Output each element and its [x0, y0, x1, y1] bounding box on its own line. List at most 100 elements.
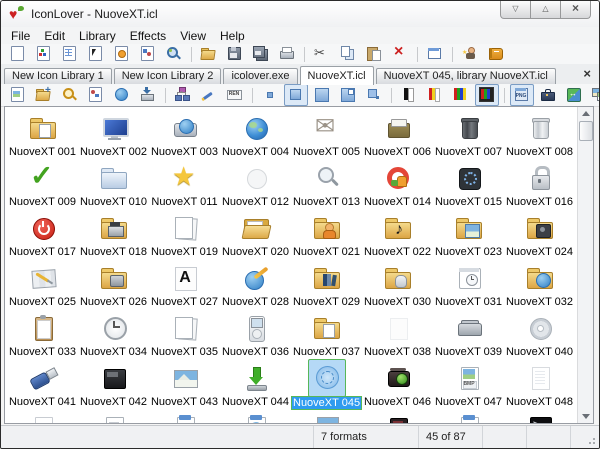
minimize-button[interactable]: ▽ [500, 1, 531, 19]
title-bar[interactable]: ♥ IconLover - NuoveXT.icl ▽△× [1, 1, 599, 28]
cut-button[interactable]: ✂ [310, 43, 334, 65]
new-animation-button[interactable] [110, 43, 134, 65]
grid-item[interactable]: NuoveXT 013 [291, 159, 362, 209]
grid-item[interactable]: NuoveXT 007 [433, 109, 504, 159]
save-all-button[interactable] [249, 43, 273, 65]
convert-button[interactable]: ↔ [562, 84, 586, 106]
grid-item[interactable]: NuoveXT 017 [7, 209, 78, 259]
paste-button[interactable] [362, 43, 386, 65]
menu-edit[interactable]: Edit [37, 28, 72, 44]
grid-item[interactable]: NuoveXT 045 [291, 359, 362, 409]
grid-item[interactable]: NuoveXT 019 [149, 209, 220, 259]
grid-item[interactable]: NuoveXT 028 [220, 259, 291, 309]
new-shapes-button[interactable] [136, 43, 160, 65]
grid-item[interactable]: NuoveXT 035 [149, 309, 220, 359]
tab-nuovext-045-library-nuovext-icl[interactable]: NuoveXT 045, library NuoveXT.icl [376, 68, 556, 84]
grid-item[interactable]: ♪ [433, 409, 504, 423]
print-button[interactable] [275, 43, 299, 65]
grid-item[interactable]: NuoveXT 029 [291, 259, 362, 309]
depth-mono-button[interactable] [397, 84, 421, 106]
grid-item[interactable]: NuoveXT 024 [504, 209, 575, 259]
grid-item[interactable]: NuoveXT 043 [149, 359, 220, 409]
size-custom-button[interactable] [336, 84, 360, 106]
depth-256-button[interactable] [449, 84, 473, 106]
grid-item[interactable]: NuoveXT 018 [78, 209, 149, 259]
grid-item[interactable]: NuoveXT 042 [78, 359, 149, 409]
grid-item[interactable]: NuoveXT 036 [220, 309, 291, 359]
grid-item[interactable]: NuoveXT 030 [362, 259, 433, 309]
tab-nuovext-icl[interactable]: NuoveXT.icl [300, 66, 374, 85]
tree-view-button[interactable] [171, 84, 195, 106]
grid-item[interactable] [149, 409, 220, 423]
close-button[interactable]: × [560, 1, 591, 19]
grid-item[interactable]: NuoveXT 015 [433, 159, 504, 209]
menu-help[interactable]: Help [213, 28, 252, 44]
menu-file[interactable]: File [4, 28, 37, 44]
grid-item[interactable] [78, 409, 149, 423]
delete-button[interactable]: × [388, 43, 412, 65]
vertical-scrollbar[interactable] [577, 107, 593, 423]
open-folder-button[interactable] [197, 43, 221, 65]
globe-button[interactable] [110, 84, 134, 106]
tab-new-icon-library-2[interactable]: New Icon Library 2 [114, 68, 222, 84]
grid-item[interactable]: NuoveXT 014 [362, 159, 433, 209]
grid-item[interactable]: NuoveXT 020 [220, 209, 291, 259]
grid-item[interactable]: NuoveXT 008 [504, 109, 575, 159]
scroll-down-arrow-icon[interactable] [579, 410, 592, 423]
image-app-button[interactable] [84, 84, 108, 106]
grid-item[interactable]: NuoveXT 004 [220, 109, 291, 159]
size-list-button[interactable] [362, 84, 386, 106]
import-button[interactable] [136, 84, 160, 106]
grid-item[interactable]: ✓NuoveXT 009 [7, 159, 78, 209]
new-library-button[interactable] [58, 43, 82, 65]
help-book-button[interactable] [484, 43, 508, 65]
grid-item[interactable]: NuoveXT 037 [291, 309, 362, 359]
menu-library[interactable]: Library [72, 28, 123, 44]
new-image-button[interactable] [6, 84, 30, 106]
grid-item[interactable]: ✉NuoveXT 005 [291, 109, 362, 159]
grid-item[interactable]: NuoveXT 026 [78, 259, 149, 309]
rename-button[interactable]: REN [223, 84, 247, 106]
grid-item[interactable]: ♪NuoveXT 022 [362, 209, 433, 259]
grid-item[interactable]: NuoveXT 016 [504, 159, 575, 209]
grid-item[interactable]: BMPNuoveXT 047 [433, 359, 504, 409]
tab-new-icon-library-1[interactable]: New Icon Library 1 [4, 68, 112, 84]
grid-item[interactable] [362, 409, 433, 423]
menu-view[interactable]: View [173, 28, 213, 44]
grid-item[interactable]: ★NuoveXT 011 [149, 159, 220, 209]
format-png-button[interactable]: PNG [510, 84, 534, 106]
grid-item[interactable] [220, 409, 291, 423]
wizard-button[interactable]: ★ [458, 43, 482, 65]
grid-item[interactable]: NuoveXT 025 [7, 259, 78, 309]
grid-item[interactable]: NuoveXT 032 [504, 259, 575, 309]
grid-item[interactable]: NuoveXT 006 [362, 109, 433, 159]
grid-item[interactable] [291, 409, 362, 423]
grid-item[interactable]: NuoveXT 041 [7, 359, 78, 409]
depth-16-button[interactable] [423, 84, 447, 106]
grid-item[interactable] [7, 409, 78, 423]
grid-item[interactable]: NuoveXT 012 [220, 159, 291, 209]
maximize-button[interactable]: △ [530, 1, 561, 19]
size-16-button[interactable] [258, 84, 282, 106]
grid-item[interactable]: NuoveXT 046 [362, 359, 433, 409]
grid-item[interactable]: NuoveXT 040 [504, 309, 575, 359]
new-icon-button[interactable] [32, 43, 56, 65]
new-cursor-button[interactable] [84, 43, 108, 65]
tab-icolover-exe[interactable]: icolover.exe [223, 68, 297, 84]
size-32-button[interactable] [284, 84, 308, 106]
grid-item[interactable]: > [504, 409, 575, 423]
depth-true-button[interactable] [475, 84, 499, 106]
pen-button[interactable] [197, 84, 221, 106]
size-48-button[interactable] [310, 84, 334, 106]
search-yellow-button[interactable] [58, 84, 82, 106]
scrollbar-thumb[interactable] [579, 121, 593, 141]
options-button[interactable] [423, 43, 447, 65]
grid-item[interactable]: NuoveXT 048 [504, 359, 575, 409]
grid-item[interactable]: NuoveXT 003 [149, 109, 220, 159]
menu-effects[interactable]: Effects [123, 28, 173, 44]
grid-item[interactable]: NuoveXT 033 [7, 309, 78, 359]
copy-button[interactable] [336, 43, 360, 65]
close-tab-icon[interactable]: × [583, 67, 591, 80]
scroll-up-arrow-icon[interactable] [579, 107, 592, 120]
grid-item[interactable]: NuoveXT 034 [78, 309, 149, 359]
